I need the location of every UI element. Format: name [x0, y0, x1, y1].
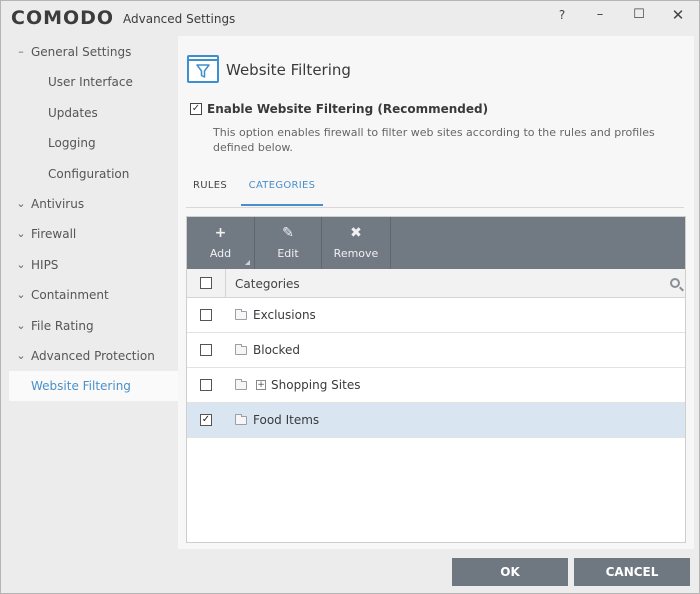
table-row-food-items[interactable]: ✓ Food Items	[187, 403, 685, 438]
enable-website-filtering-label[interactable]: Enable Website Filtering (Recommended)	[207, 102, 488, 116]
enable-website-filtering-checkbox[interactable]: ✓	[190, 103, 202, 115]
sidebar-item-website-filtering[interactable]: Website Filtering	[9, 371, 178, 401]
sidebar-item-updates[interactable]: Updates	[9, 98, 178, 128]
sidebar-item-advanced-protection[interactable]: ⌄ Advanced Protection	[9, 341, 178, 371]
categories-table: + Add ✎ Edit ✖ Remove Categories Exclusi…	[186, 216, 686, 543]
select-all-checkbox[interactable]	[200, 277, 212, 289]
main-panel: Website Filtering ✓ Enable Website Filte…	[178, 36, 694, 549]
pencil-icon: ✎	[282, 225, 294, 241]
edit-label: Edit	[277, 247, 299, 260]
folder-icon	[235, 414, 247, 425]
chevron-down-icon: ⌄	[16, 227, 26, 240]
sidebar-item-containment[interactable]: ⌄ Containment	[9, 280, 178, 310]
sidebar-item-logging[interactable]: Logging	[9, 128, 178, 158]
table-toolbar: + Add ✎ Edit ✖ Remove	[187, 217, 685, 269]
table-row-blocked[interactable]: Blocked	[187, 333, 685, 368]
comodo-logo: COMODO	[11, 7, 115, 29]
folder-icon	[235, 379, 247, 390]
remove-label: Remove	[333, 247, 379, 260]
advanced-settings-window: COMODO Advanced Settings ? – ☐ ✕ – Gener…	[0, 0, 700, 594]
page-title: Website Filtering	[226, 61, 351, 79]
minimize-button[interactable]: –	[587, 4, 613, 26]
folder-icon	[235, 309, 247, 320]
sidebar-item-user-interface[interactable]: User Interface	[9, 67, 178, 97]
remove-x-icon: ✖	[350, 225, 362, 241]
sidebar-item-configuration[interactable]: Configuration	[9, 159, 178, 189]
add-button[interactable]: + Add	[187, 217, 255, 269]
collapse-icon: –	[18, 45, 24, 58]
sidebar: – General Settings User Interface Update…	[9, 36, 178, 549]
sidebar-item-label: Configuration	[48, 167, 130, 181]
sidebar-item-file-rating[interactable]: ⌄ File Rating	[9, 311, 178, 341]
maximize-button[interactable]: ☐	[626, 4, 652, 26]
dropdown-indicator-icon	[245, 260, 250, 265]
sidebar-item-label: Firewall	[31, 227, 77, 241]
row-checkbox[interactable]: ✓	[200, 414, 212, 426]
category-name: Exclusions	[253, 308, 316, 322]
search-icon[interactable]	[670, 278, 680, 288]
sidebar-item-firewall[interactable]: ⌄ Firewall	[9, 219, 178, 249]
row-checkbox[interactable]	[200, 344, 212, 356]
filter-icon	[187, 55, 219, 83]
plus-icon: +	[214, 225, 227, 241]
row-checkbox[interactable]	[200, 309, 212, 321]
sidebar-item-label: HIPS	[31, 258, 59, 272]
table-row-shopping-sites[interactable]: + Shopping Sites	[187, 368, 685, 403]
category-name: Shopping Sites	[271, 378, 361, 392]
category-name: Blocked	[253, 343, 301, 357]
category-name: Food Items	[253, 413, 320, 427]
chevron-down-icon: ⌄	[16, 258, 26, 271]
tab-rules[interactable]: RULES	[190, 180, 230, 206]
sidebar-item-hips[interactable]: ⌄ HIPS	[9, 250, 178, 280]
sidebar-item-label: Logging	[48, 136, 96, 150]
sidebar-item-antivirus[interactable]: ⌄ Antivirus	[9, 189, 178, 219]
window-title: Advanced Settings	[123, 12, 236, 26]
ok-button[interactable]: OK	[452, 558, 568, 586]
sidebar-item-general-settings[interactable]: – General Settings	[9, 37, 178, 67]
sidebar-item-label: Antivirus	[31, 197, 85, 211]
cancel-button[interactable]: CANCEL	[574, 558, 690, 586]
add-label: Add	[209, 247, 232, 260]
sidebar-item-label: Website Filtering	[31, 379, 131, 393]
table-header: Categories	[187, 269, 685, 298]
chevron-down-icon: ⌄	[16, 197, 26, 210]
dialog-footer: OK CANCEL	[1, 549, 699, 594]
sidebar-item-label: Updates	[48, 106, 98, 120]
sidebar-item-label: General Settings	[31, 45, 132, 59]
sidebar-item-label: Advanced Protection	[31, 349, 155, 363]
enable-description: This option enables firewall to filter w…	[213, 126, 655, 154]
tab-divider	[186, 207, 684, 208]
tab-categories[interactable]: CATEGORIES	[241, 180, 323, 206]
chevron-down-icon: ⌄	[16, 349, 26, 362]
table-row-exclusions[interactable]: Exclusions	[187, 298, 685, 333]
chevron-down-icon: ⌄	[16, 288, 26, 301]
edit-button[interactable]: ✎ Edit	[255, 217, 322, 269]
folder-icon	[235, 344, 247, 355]
help-button[interactable]: ?	[549, 4, 575, 26]
sidebar-item-label: Containment	[31, 288, 109, 302]
row-checkbox[interactable]	[200, 379, 212, 391]
remove-button[interactable]: ✖ Remove	[322, 217, 391, 269]
expand-plus-icon[interactable]: +	[256, 380, 266, 390]
chevron-down-icon: ⌄	[16, 319, 26, 332]
column-divider	[225, 269, 226, 298]
title-bar: COMODO Advanced Settings ? – ☐ ✕	[1, 1, 699, 35]
categories-column-header[interactable]: Categories	[235, 277, 300, 291]
sidebar-item-label: User Interface	[48, 75, 133, 89]
close-button[interactable]: ✕	[665, 4, 691, 26]
sidebar-item-label: File Rating	[31, 319, 94, 333]
